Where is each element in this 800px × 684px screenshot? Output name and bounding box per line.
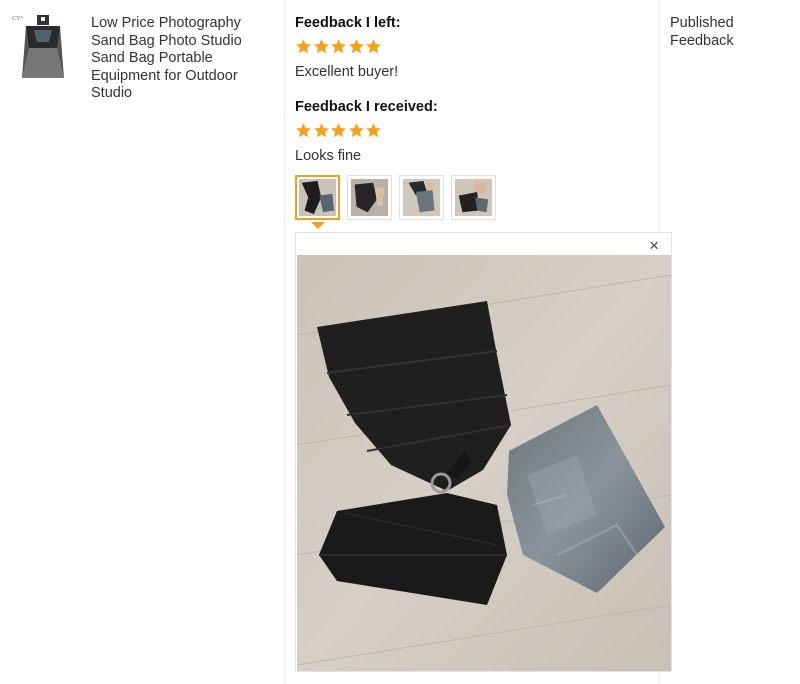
feedback-left-rating: [295, 38, 383, 56]
active-thumb-pointer: [311, 222, 325, 229]
feedback-received-rating: [295, 122, 383, 140]
star-icon: [331, 123, 346, 138]
feedback-row: CY° Low Price Photography Sand Bag Photo…: [0, 0, 800, 684]
enlarged-feedback-photo: [297, 255, 671, 671]
column-divider: [284, 0, 285, 684]
star-icon: [348, 123, 364, 138]
feedback-left-label: Feedback I left:: [295, 15, 401, 31]
product-title-link[interactable]: Low Price Photography Sand Bag Photo Stu…: [91, 15, 266, 103]
feedback-received-label: Feedback I received:: [295, 99, 438, 115]
feedback-photo-thumb-1[interactable]: [295, 175, 340, 220]
close-icon[interactable]: ×: [649, 237, 659, 255]
star-icon: [296, 39, 311, 54]
product-thumbnail[interactable]: CY°: [12, 12, 74, 82]
feedback-photo-thumb-3[interactable]: [399, 175, 444, 220]
feedback-status: Published Feedback: [670, 15, 734, 49]
photo-viewer: ×: [295, 232, 672, 672]
star-icon: [331, 39, 346, 54]
brand-logo-text: CY°: [12, 15, 23, 22]
star-icon: [313, 123, 329, 138]
feedback-received-text: Looks fine: [295, 148, 362, 164]
star-icon: [366, 39, 381, 54]
feedback-photo-thumbnails: [295, 175, 503, 220]
star-icon: [313, 39, 329, 54]
feedback-left-text: Excellent buyer!: [295, 64, 399, 80]
star-icon: [366, 123, 381, 138]
feedback-photo-thumb-2[interactable]: [347, 175, 392, 220]
star-icon: [348, 39, 364, 54]
feedback-photo-thumb-4[interactable]: [451, 175, 496, 220]
star-icon: [296, 123, 311, 138]
